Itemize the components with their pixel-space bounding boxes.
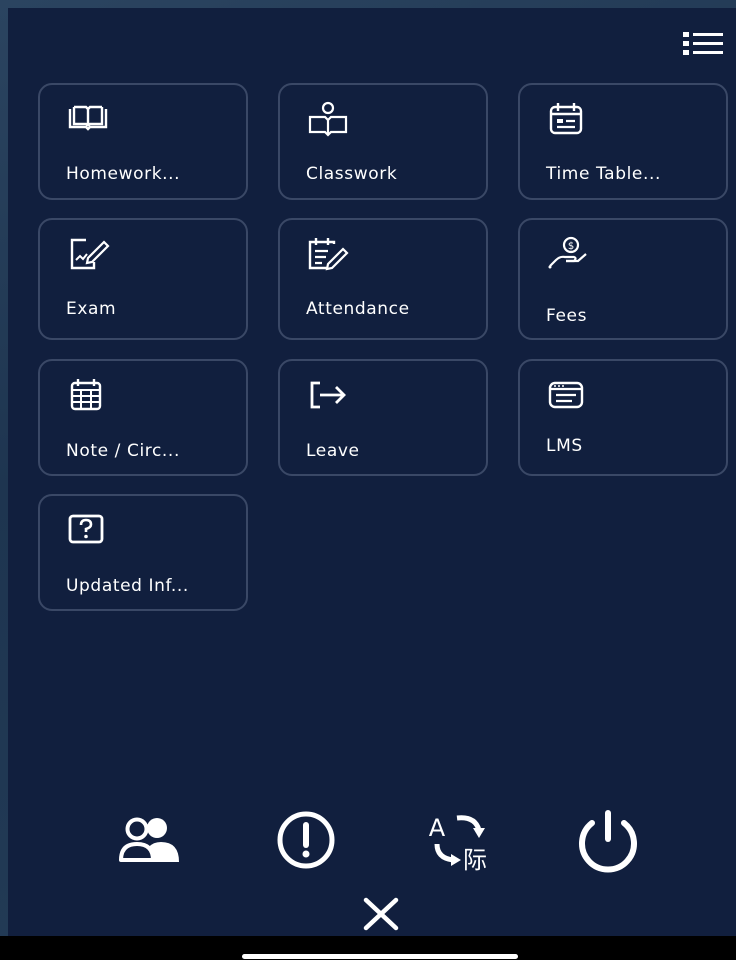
power-button[interactable] xyxy=(568,806,648,874)
hand-coin-icon: $ xyxy=(548,236,587,269)
list-menu-icon xyxy=(683,32,723,55)
browser-window-icon xyxy=(548,381,584,409)
svg-text:$: $ xyxy=(568,241,574,252)
tile-exam[interactable]: Exam xyxy=(38,218,248,340)
tile-label: Attendance xyxy=(306,299,410,319)
translate-button[interactable]: A 际 xyxy=(412,806,502,874)
menu-panel: Homework... Classwork Time Table... Exam… xyxy=(8,8,736,936)
svg-text:A: A xyxy=(429,814,446,842)
exit-arrow-icon xyxy=(310,381,346,409)
tile-label: LMS xyxy=(546,436,583,456)
tile-fees[interactable]: $ Fees xyxy=(518,218,728,340)
exam-paper-pen-icon xyxy=(70,238,110,270)
tile-lms[interactable]: LMS xyxy=(518,359,728,476)
person-reading-icon xyxy=(308,101,348,137)
tile-label: Fees xyxy=(546,306,588,326)
home-indicator[interactable] xyxy=(242,954,518,959)
alert-button[interactable] xyxy=(266,806,346,874)
users-button[interactable] xyxy=(108,810,198,870)
close-icon xyxy=(363,897,399,931)
tile-label: Exam xyxy=(66,299,117,319)
book-open-icon xyxy=(68,105,108,131)
tile-leave[interactable]: Leave xyxy=(278,359,488,476)
tile-classwork[interactable]: Classwork xyxy=(278,83,488,200)
tile-label: Time Table... xyxy=(546,164,661,184)
close-button[interactable] xyxy=(356,892,406,936)
tile-homework[interactable]: Homework... xyxy=(38,83,248,200)
question-box-icon xyxy=(68,514,104,544)
attendance-list-pen-icon xyxy=(308,238,349,271)
screen: Homework... Classwork Time Table... Exam… xyxy=(0,0,736,960)
tile-label: Updated Inf... xyxy=(66,576,189,596)
power-icon xyxy=(579,810,637,873)
alert-circle-icon xyxy=(277,811,335,869)
tile-attendance[interactable]: Attendance xyxy=(278,218,488,340)
svg-text:际: 际 xyxy=(463,846,487,872)
tile-updated-info[interactable]: Updated Inf... xyxy=(38,494,248,611)
calendar-grid-icon xyxy=(70,379,102,411)
tile-note-circular[interactable]: Note / Circ... xyxy=(38,359,248,476)
tile-time-table[interactable]: Time Table... xyxy=(518,83,728,200)
tile-label: Homework... xyxy=(66,164,181,184)
tile-label: Note / Circ... xyxy=(66,441,180,461)
translate-icon: A 际 xyxy=(429,814,487,872)
tile-label: Classwork xyxy=(306,164,398,184)
tile-label: Leave xyxy=(306,441,360,461)
calendar-schedule-icon xyxy=(549,103,583,135)
users-icon xyxy=(119,817,179,862)
list-menu-button[interactable] xyxy=(678,28,728,60)
